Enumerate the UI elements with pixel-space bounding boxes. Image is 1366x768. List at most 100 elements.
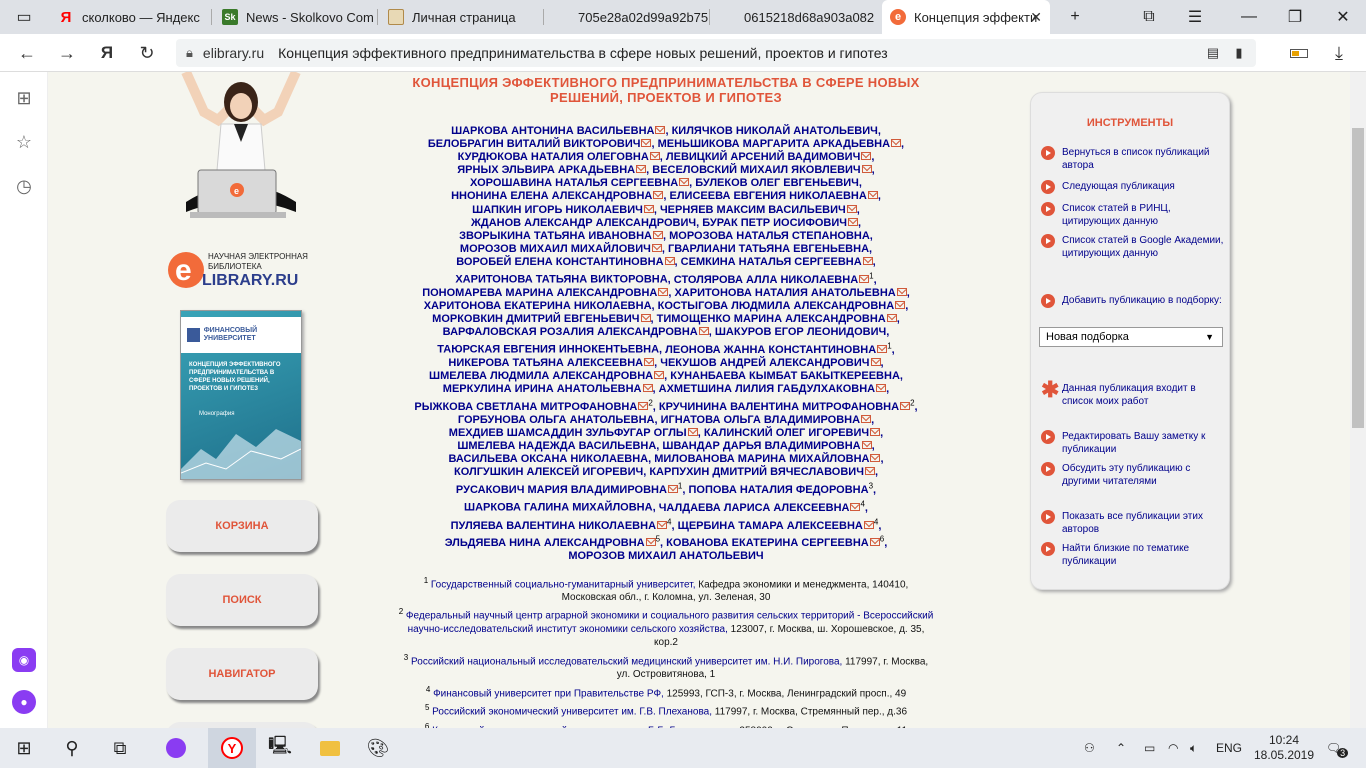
email-envelope-icon[interactable] bbox=[862, 256, 873, 265]
favorites-star-icon[interactable]: ☆ bbox=[12, 130, 36, 154]
author-name-link[interactable]: МОРОЗОВ МИХАИЛ АНАТОЛЬЕВИЧ bbox=[568, 550, 763, 562]
windows-start-icon[interactable]: ⊞ bbox=[0, 728, 48, 768]
author-name-link[interactable]: ШВАНДАР ДАРЬЯ ВЛАДИМИРОВНА bbox=[662, 440, 860, 452]
email-envelope-icon[interactable] bbox=[870, 357, 881, 366]
email-envelope-icon[interactable] bbox=[655, 126, 666, 134]
email-envelope-icon[interactable] bbox=[863, 520, 874, 529]
author-name-link[interactable]: ПОНОМАРЕВА МАРИНА АЛЕКСАНДРОВНА bbox=[422, 287, 657, 299]
scrollbar-thumb[interactable] bbox=[1352, 128, 1364, 428]
search-button[interactable]: ПОИСК bbox=[166, 574, 318, 626]
author-name-link[interactable]: ННОНИНА ЕЛЕНА АЛЕКСАНДРОВНА bbox=[451, 190, 652, 202]
author-name-link[interactable]: РЫЖКОВА СВЕТЛАНА МИТРОФАНОВНА bbox=[414, 401, 637, 413]
author-name-link[interactable]: МОРОЗОВ МИХАИЛ МИХАЙЛОВИЧ bbox=[460, 243, 651, 255]
alice-icon[interactable]: ● bbox=[12, 690, 36, 714]
author-name-link[interactable]: НИКЕРОВА ТАТЬЯНА АЛЕКСЕЕВНА bbox=[448, 357, 643, 369]
email-envelope-icon[interactable] bbox=[869, 538, 880, 547]
email-envelope-icon[interactable] bbox=[667, 485, 678, 494]
tab-elibrary-active[interactable]: e Концепция эффекти ✕ bbox=[882, 0, 1050, 34]
collection-select[interactable]: Новая подборка ▼ bbox=[1039, 327, 1223, 347]
author-name-link[interactable]: ШАРКОВА ГАЛИНА МИХАЙЛОВНА bbox=[464, 502, 653, 514]
author-name-link[interactable]: ШАПКИН ИГОРЬ НИКОЛАЕВИЧ bbox=[472, 204, 643, 216]
author-name-link[interactable]: ХАРИТОНОВА НАТАЛИЯ АНАТОЛЬЕВНА bbox=[674, 287, 895, 299]
author-name-link[interactable]: МЕНЬШИКОВА МАРГАРИТА АРКАДЬЕВНА bbox=[658, 138, 890, 150]
author-name-link[interactable]: ЖДАНОВ АЛЕКСАНДР АЛЕКСАНДРОВИЧ bbox=[471, 217, 696, 229]
email-envelope-icon[interactable] bbox=[861, 441, 872, 450]
author-name-link[interactable]: МОРОЗОВА НАТАЛЬЯ СТЕПАНОВНА bbox=[669, 230, 870, 242]
author-name-link[interactable]: БУРАК ПЕТР ИОСИФОВИЧ bbox=[702, 217, 847, 229]
apps-grid-icon[interactable]: ⊞ bbox=[12, 86, 36, 110]
author-name-link[interactable]: ЛЕВИЦКИЙ АРСЕНИЙ ВАДИМОВИЧ bbox=[666, 151, 860, 163]
similar-publications-link[interactable]: Найти близкие по тематике публикации bbox=[1041, 542, 1227, 568]
author-name-link[interactable]: ЧЕКУШОВ АНДРЕЙ АЛЕКСАНДРОВИЧ bbox=[660, 357, 869, 369]
email-envelope-icon[interactable] bbox=[644, 357, 655, 366]
battery-icon[interactable] bbox=[1286, 40, 1312, 66]
email-envelope-icon[interactable] bbox=[877, 344, 888, 353]
author-name-link[interactable]: БУЛЕКОВ ОЛЕГ ЕВГЕНЬЕВИЧ bbox=[695, 177, 859, 189]
download-icon[interactable]: ⤓ bbox=[1326, 40, 1352, 66]
author-name-link[interactable]: ТАЮРСКАЯ ЕВГЕНИЯ ИННОКЕНТЬЕВНА bbox=[437, 344, 659, 356]
battery-tray-icon[interactable]: ▭ bbox=[1144, 728, 1162, 768]
author-name-link[interactable]: ЭЛЬДЯЕВА НИНА АЛЕКСАНДРОВНА bbox=[445, 537, 645, 549]
notifications-icon[interactable]: 🗨︎ 3 bbox=[1324, 728, 1350, 768]
bookmarks-icon[interactable]: ⧉ bbox=[1126, 0, 1172, 34]
author-name-link[interactable]: КАЛИНСКИЙ ОЛЕГ ИГОРЕВИЧ bbox=[704, 427, 869, 439]
tray-overflow-icon[interactable]: ⌃ bbox=[1116, 728, 1130, 768]
bookmark-icon[interactable]: ▮ bbox=[1226, 40, 1252, 66]
language-indicator[interactable]: ENG bbox=[1216, 728, 1242, 768]
back-to-author-list-link[interactable]: Вернуться в список публикаций автора bbox=[1041, 146, 1227, 172]
wifi-icon[interactable]: ◠ bbox=[1168, 728, 1186, 768]
cart-button[interactable]: КОРЗИНА bbox=[166, 500, 318, 552]
email-envelope-icon[interactable] bbox=[640, 313, 651, 322]
people-icon[interactable]: ⚇ bbox=[1084, 728, 1104, 768]
clock[interactable]: 10:24 18.05.2019 bbox=[1254, 728, 1314, 768]
yandex-browser-taskbar-icon[interactable]: Y bbox=[208, 728, 256, 768]
author-name-link[interactable]: ХАРИТОНОВА ТАТЬЯНА ВИКТОРОВНА bbox=[455, 274, 667, 286]
book-cover-image[interactable]: ФИНАНСОВЫЙ УНИВЕРСИТЕТ КОНЦЕПЦИЯ ЭФФЕКТИ… bbox=[180, 310, 302, 480]
organization-link[interactable]: Российский экономический университет им.… bbox=[432, 707, 712, 718]
email-envelope-icon[interactable] bbox=[895, 300, 906, 309]
author-name-link[interactable]: ВАРФАЛОВСКАЯ РОЗАЛИЯ АЛЕКСАНДРОВНА bbox=[443, 326, 698, 338]
author-name-link[interactable]: ЯРНЫХ ЭЛЬВИРА АРКАДЬЕВНА bbox=[457, 164, 635, 176]
author-name-link[interactable]: МОРКОВКИН ДМИТРИЙ ЕВГЕНЬЕВИЧ bbox=[432, 313, 639, 325]
email-envelope-icon[interactable] bbox=[896, 287, 907, 296]
email-envelope-icon[interactable] bbox=[870, 454, 881, 463]
search-icon[interactable]: ⚲ bbox=[48, 728, 96, 768]
forward-icon[interactable]: → bbox=[54, 40, 80, 66]
author-name-link[interactable]: КУНАНБАЕВА КЫМБАТ БАКЫТКЕРЕЕВНА bbox=[670, 370, 900, 382]
email-envelope-icon[interactable] bbox=[636, 165, 647, 174]
author-name-link[interactable]: ШАРКОВА АНТОНИНА ВАСИЛЬЕВНА bbox=[451, 125, 654, 137]
volume-icon[interactable]: 🔈︎ bbox=[1190, 728, 1208, 768]
email-envelope-icon[interactable] bbox=[698, 327, 709, 336]
email-envelope-icon[interactable] bbox=[643, 204, 654, 213]
author-name-link[interactable]: ХАРИТОНОВА ЕКАТЕРИНА НИКОЛАЕВНА bbox=[424, 300, 652, 312]
email-envelope-icon[interactable] bbox=[846, 204, 857, 213]
tab-yandex-search[interactable]: Я сколково — Яндекс bbox=[50, 0, 212, 34]
email-envelope-icon[interactable] bbox=[658, 287, 669, 296]
email-envelope-icon[interactable] bbox=[642, 384, 653, 393]
sidebar-toggle-icon[interactable]: ▭ bbox=[0, 0, 48, 34]
author-name-link[interactable]: ЧЕРНЯЕВ МАКСИМ ВАСИЛЬЕВИЧ bbox=[660, 204, 846, 216]
reload-icon[interactable]: ↻ bbox=[134, 40, 160, 66]
edit-note-link[interactable]: Редактировать Вашу заметку к публикации bbox=[1041, 430, 1227, 456]
reader-mode-icon[interactable]: ▤ bbox=[1200, 40, 1226, 66]
author-name-link[interactable]: КРУЧИНИНА ВАЛЕНТИНА МИТРОФАНОВНА bbox=[659, 401, 899, 413]
email-envelope-icon[interactable] bbox=[886, 313, 897, 322]
author-name-link[interactable]: ГОРБУНОВА ОЛЬГА АНАТОЛЬЕВНА bbox=[458, 414, 655, 426]
email-envelope-icon[interactable] bbox=[645, 538, 656, 547]
email-envelope-icon[interactable] bbox=[664, 256, 675, 265]
computer-taskbar-icon[interactable]: 🖳︎ bbox=[256, 728, 304, 768]
google-scholar-citing-link[interactable]: Список статей в Google Академии, цитирую… bbox=[1041, 234, 1227, 260]
email-envelope-icon[interactable] bbox=[867, 191, 878, 200]
author-name-link[interactable]: ЕЛИСЕЕВА ЕВГЕНИЯ НИКОЛАЕВНА bbox=[669, 190, 866, 202]
author-name-link[interactable]: ЛЕОНОВА ЖАННА КОНСТАНТИНОВНА bbox=[665, 344, 876, 356]
author-name-link[interactable]: МЕХДИЕВ ШАМСАДДИН ЗУЛЬФУГАР ОГЛЫ bbox=[449, 427, 687, 439]
tab-personal-page[interactable]: Личная страница bbox=[380, 0, 544, 34]
email-envelope-icon[interactable] bbox=[687, 428, 698, 437]
email-envelope-icon[interactable] bbox=[861, 152, 872, 161]
email-envelope-icon[interactable] bbox=[870, 428, 881, 437]
author-name-link[interactable]: ТИМОЩЕНКО МАРИНА АЛЕКСАНДРОВНА bbox=[657, 313, 886, 325]
author-name-link[interactable]: КИЛЯЧКОВ НИКОЛАЙ АНАТОЛЬЕВИЧ bbox=[672, 125, 878, 137]
organization-link[interactable]: Государственный социально-гуманитарный у… bbox=[431, 579, 696, 590]
author-name-link[interactable]: ВОРОБЕЙ ЕЛЕНА КОНСТАНТИНОВНА bbox=[456, 256, 663, 268]
page-scrollbar[interactable] bbox=[1350, 72, 1366, 728]
